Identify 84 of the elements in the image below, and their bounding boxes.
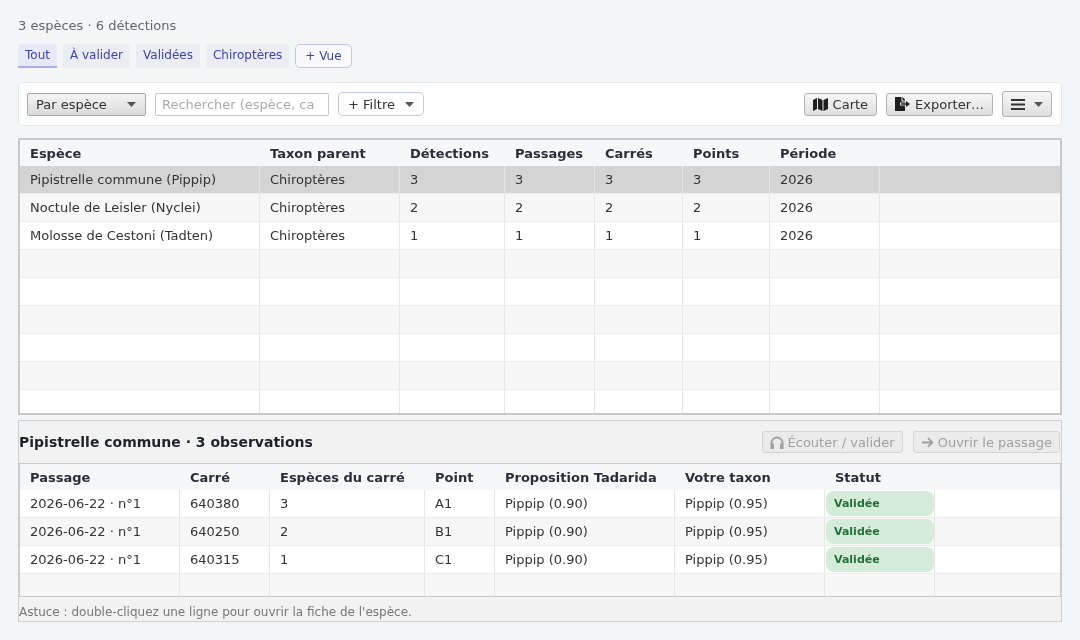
table-cell: Chiroptères: [260, 194, 400, 221]
column-header[interactable]: Statut: [825, 464, 935, 490]
map-icon: [812, 97, 828, 111]
column-header[interactable]: Détections: [400, 140, 505, 166]
table-cell: 3: [595, 166, 683, 193]
table-cell: 3: [505, 166, 595, 193]
table-row[interactable]: Molosse de Cestoni (Tadten) Chiroptères 1 1 1 1 2026: [20, 222, 1060, 250]
table-row[interactable]: Noctule de Leisler (Nyclei) Chiroptères 2 2 2 2 2026: [20, 194, 1060, 222]
table-cell: 1: [683, 222, 770, 249]
table-cell: 2026: [770, 194, 880, 221]
column-header[interactable]: Taxon parent: [260, 140, 400, 166]
arrow-right-icon: [920, 436, 934, 448]
table-row[interactable]: 2026-06-22 · n°1 640250 2 B1 Pippip (0.90) Pippip (0.95) Validée: [20, 518, 1060, 546]
table-row[interactable]: 2026-06-22 · n°1 640315 1 C1 Pippip (0.90) Pippip (0.95) Validée: [20, 546, 1060, 574]
column-header[interactable]: Proposition Tadarida: [495, 464, 675, 490]
tab[interactable]: Chiroptères: [206, 44, 290, 68]
table-cell: C1: [425, 546, 495, 573]
table-cell: Pipistrelle commune (Pippip): [20, 166, 260, 193]
filter-button[interactable]: + Filtre: [338, 92, 424, 116]
table-cell: Chiroptères: [260, 166, 400, 193]
file-export-icon: [895, 97, 911, 111]
menu-button[interactable]: [1002, 91, 1052, 117]
table-cell: 1: [595, 222, 683, 249]
table-cell: 640315: [180, 546, 270, 573]
column-header[interactable]: Point: [425, 464, 495, 490]
table-cell: Molosse de Cestoni (Tadten): [20, 222, 260, 249]
status-badge: Validée: [826, 519, 934, 544]
status-badge: Validée: [826, 491, 934, 516]
menu-icon: [1011, 98, 1025, 110]
search-field[interactable]: Rechercher (espèce, ca: [155, 92, 329, 116]
table-cell: 640380: [180, 490, 270, 517]
table-cell: 2: [505, 194, 595, 221]
tab[interactable]: Tout: [18, 44, 57, 68]
export-button[interactable]: Exporter…: [886, 92, 993, 116]
caret-icon: [404, 101, 414, 107]
table-cell: Pippip (0.95): [675, 546, 825, 573]
table-cell: 3: [270, 490, 425, 517]
table-cell: 2026-06-22 · n°1: [20, 490, 180, 517]
column-header[interactable]: Espèces du carré: [270, 464, 425, 490]
table-cell: 3: [400, 166, 505, 193]
table-cell: 1: [270, 546, 425, 573]
table-cell: B1: [425, 518, 495, 545]
table-cell: Pippip (0.90): [495, 490, 675, 517]
table-cell: 1: [505, 222, 595, 249]
table-cell: 2: [270, 518, 425, 545]
status-badge: Validée: [826, 547, 934, 572]
column-header[interactable]: Passage: [20, 464, 180, 490]
table-cell: A1: [425, 490, 495, 517]
table-cell: 640250: [180, 518, 270, 545]
table-cell: 2026: [770, 222, 880, 249]
detail-title: Pipistrelle commune · 3 observations: [19, 434, 314, 450]
tab[interactable]: Validées: [136, 44, 200, 68]
table-cell: Chiroptères: [260, 222, 400, 249]
table-cell: 2: [683, 194, 770, 221]
table-cell: 3: [683, 166, 770, 193]
table-cell: 2026-06-22 · n°1: [20, 518, 180, 545]
caret-icon: [127, 101, 136, 107]
column-header[interactable]: Espèce: [20, 140, 260, 166]
table-cell: 2026-06-22 · n°1: [20, 546, 180, 573]
summary-text: 3 espèces · 6 détections: [18, 18, 177, 33]
add-view-button[interactable]: + Vue: [295, 44, 352, 68]
column-header[interactable]: Points: [683, 140, 770, 166]
headphones-icon: [769, 435, 784, 449]
column-header[interactable]: Carré: [180, 464, 270, 490]
table-cell: 2: [400, 194, 505, 221]
hint-text: Astuce : double-cliquez une ligne pour ouvrir la fiche de l'espèce.: [19, 604, 413, 621]
table-cell: Noctule de Leisler (Nyclei): [20, 194, 260, 221]
table-cell: 2026: [770, 166, 880, 193]
column-header[interactable]: Passages: [505, 140, 595, 166]
caret-icon: [1034, 101, 1043, 107]
table-cell: Pippip (0.90): [495, 546, 675, 573]
column-header[interactable]: Votre taxon: [675, 464, 825, 490]
table-cell: 2: [595, 194, 683, 221]
map-button[interactable]: Carte: [803, 92, 878, 116]
column-header[interactable]: Carrés: [595, 140, 683, 166]
table-cell: 1: [400, 222, 505, 249]
table-cell: Pippip (0.95): [675, 490, 825, 517]
table-row[interactable]: 2026-06-22 · n°1 640380 3 A1 Pippip (0.90) Pippip (0.95) Validée: [20, 490, 1060, 518]
group-by-select[interactable]: Par espèce: [27, 92, 146, 116]
table-row[interactable]: Pipistrelle commune (Pippip) Chiroptères 3 3 3 3 2026: [20, 166, 1060, 194]
tab[interactable]: À valider: [62, 44, 131, 68]
table-cell: Pippip (0.90): [495, 518, 675, 545]
table-cell: Pippip (0.95): [675, 518, 825, 545]
column-header[interactable]: Période: [770, 140, 880, 166]
